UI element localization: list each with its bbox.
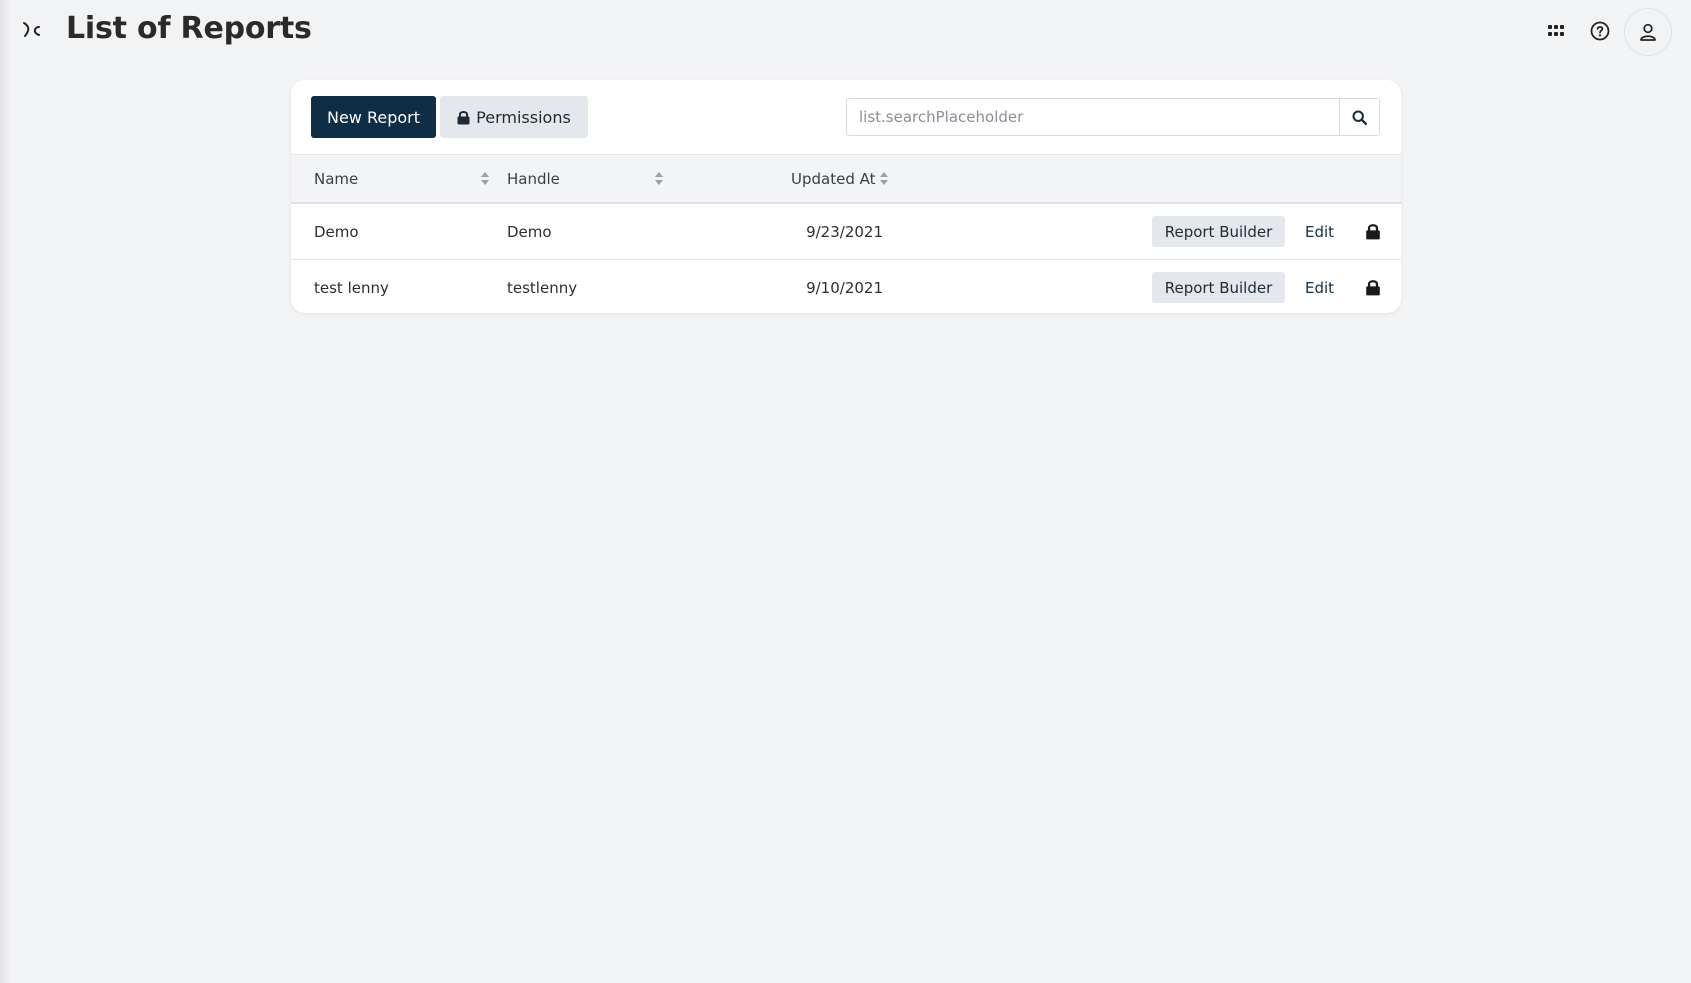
search-button[interactable] xyxy=(1339,99,1379,135)
card-toolbar: New Report Permissions xyxy=(291,80,1401,154)
sort-icon[interactable] xyxy=(879,171,889,186)
table-row: test lenny testlenny 9/10/2021 Report Bu… xyxy=(291,260,1401,313)
help-icon[interactable] xyxy=(1587,18,1613,44)
reports-card: New Report Permissions Name Handle xyxy=(291,80,1401,313)
page-title: List of Reports xyxy=(66,11,312,46)
cell-updated-at: 9/23/2021 xyxy=(806,222,883,241)
user-menu-button[interactable] xyxy=(1624,8,1672,56)
column-header-handle[interactable]: Handle xyxy=(507,155,560,202)
edit-link[interactable]: Edit xyxy=(1305,204,1334,259)
lock-icon[interactable] xyxy=(1365,223,1381,240)
menu-toggle-icon[interactable] xyxy=(20,18,46,44)
sort-icon[interactable] xyxy=(654,171,664,186)
report-builder-button[interactable]: Report Builder xyxy=(1152,272,1285,303)
permissions-label: Permissions xyxy=(476,107,571,127)
user-icon xyxy=(1640,23,1656,41)
cell-name: test lenny xyxy=(314,278,389,297)
cell-handle: testlenny xyxy=(507,278,578,297)
column-header-name[interactable]: Name xyxy=(314,155,358,202)
cell-handle: Demo xyxy=(507,222,552,241)
permissions-button[interactable]: Permissions xyxy=(440,96,588,138)
report-builder-button[interactable]: Report Builder xyxy=(1152,216,1285,247)
new-report-button[interactable]: New Report xyxy=(311,96,436,138)
search-box xyxy=(846,98,1380,136)
table-header: Name Handle Updated At xyxy=(291,154,1401,204)
search-icon xyxy=(1352,110,1367,125)
search-input[interactable] xyxy=(847,99,1339,135)
cell-name: Demo xyxy=(314,222,359,241)
edit-link[interactable]: Edit xyxy=(1305,260,1334,313)
table-row: Demo Demo 9/23/2021 Report Builder Edit xyxy=(291,204,1401,260)
lock-icon xyxy=(457,110,470,124)
lock-icon[interactable] xyxy=(1365,279,1381,296)
column-header-updated-at[interactable]: Updated At xyxy=(791,155,876,202)
cell-updated-at: 9/10/2021 xyxy=(806,278,883,297)
sidebar-edge xyxy=(0,0,10,983)
apps-grid-icon[interactable] xyxy=(1543,18,1569,44)
sort-icon[interactable] xyxy=(480,171,490,186)
top-bar: List of Reports xyxy=(0,0,1691,64)
